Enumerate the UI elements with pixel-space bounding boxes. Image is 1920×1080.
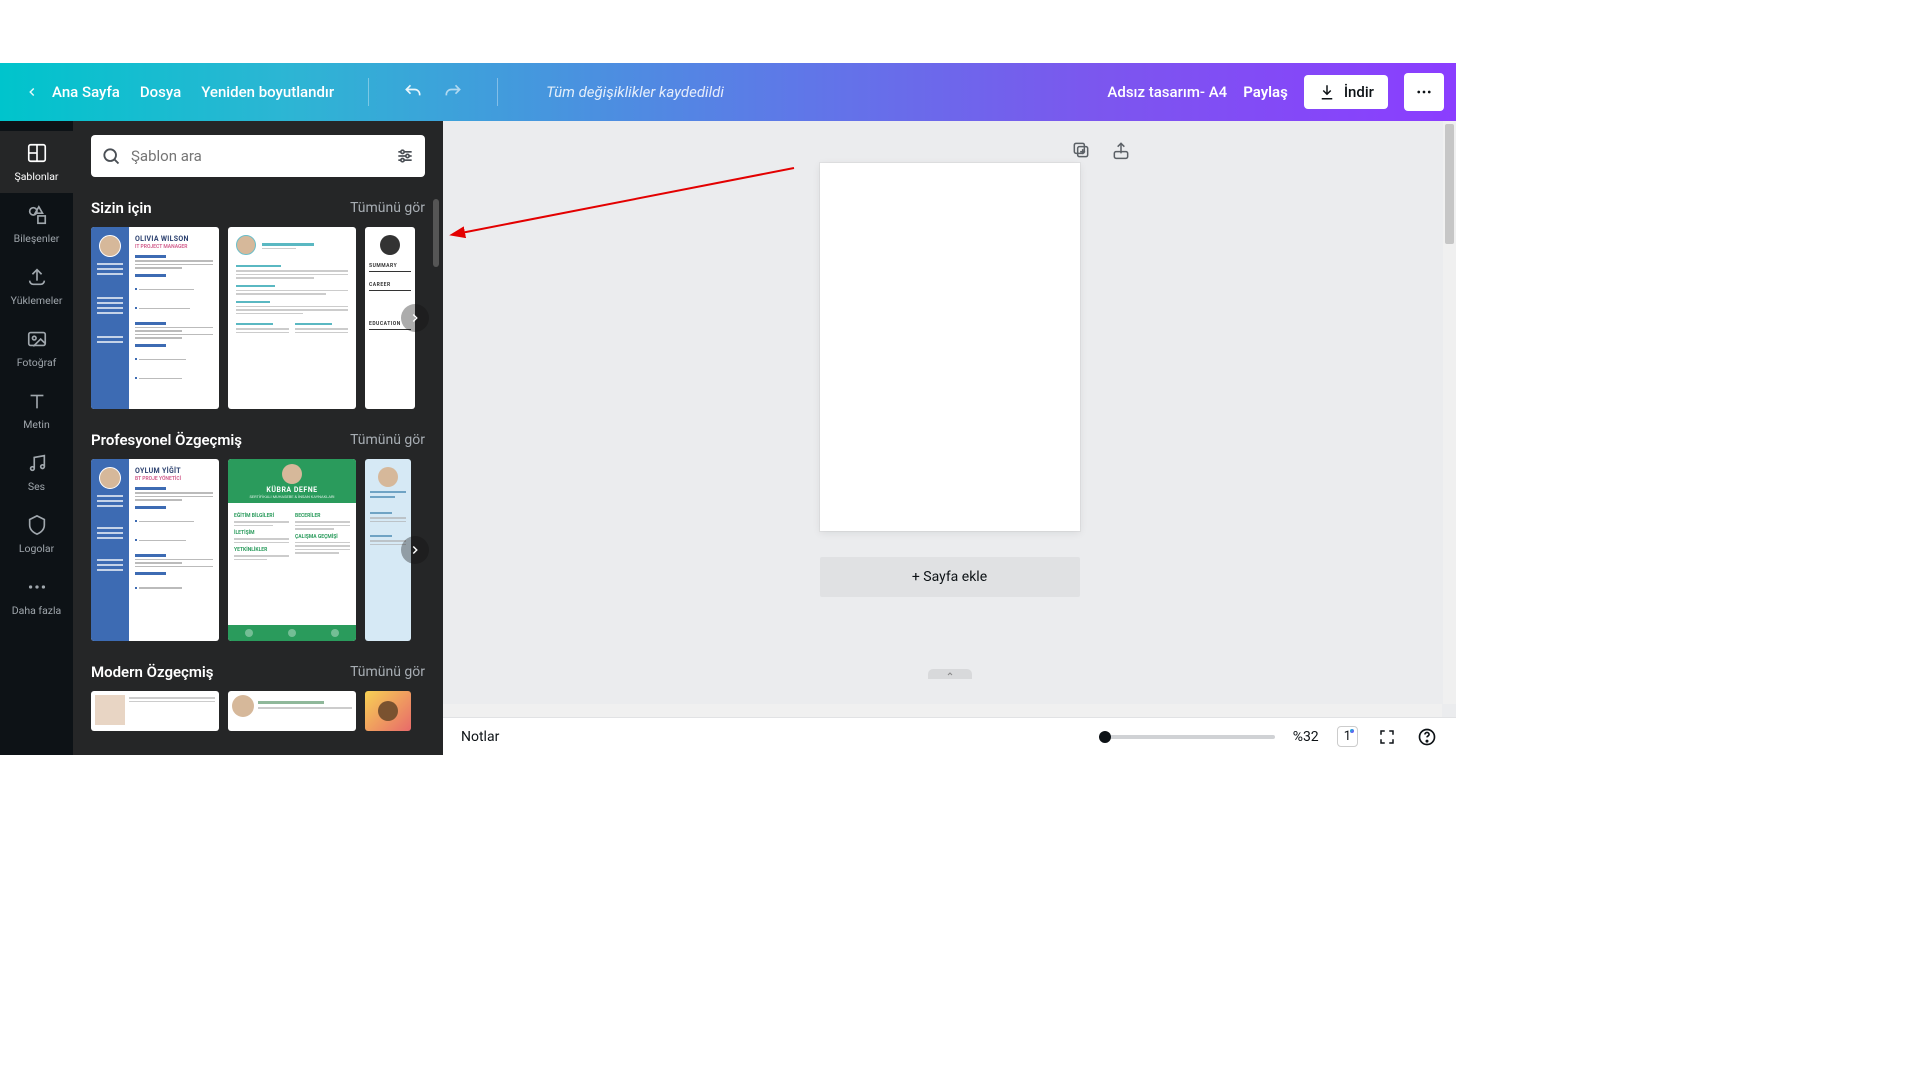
- home-link[interactable]: Ana Sayfa: [22, 82, 120, 102]
- canvas-area: + Sayfa ekle Notlar %32 1: [443, 121, 1456, 755]
- template-thumb[interactable]: OLIVIA WILSON IT PROJECT MANAGER: [91, 227, 219, 409]
- status-bar: Notlar %32 1: [443, 717, 1456, 755]
- see-all-link[interactable]: Tümünü gör: [350, 432, 425, 448]
- template-thumb[interactable]: OYLUM YİĞİT BT PROJE YÖNETİCİ: [91, 459, 219, 641]
- template-name: OYLUM YİĞİT: [135, 467, 213, 475]
- chevron-left-icon: [22, 82, 42, 102]
- rail-label: Yüklemeler: [11, 294, 63, 307]
- template-thumb[interactable]: [228, 227, 356, 409]
- templates-icon: [25, 141, 49, 165]
- notes-button[interactable]: Notlar: [461, 729, 499, 745]
- template-thumb[interactable]: [365, 691, 411, 731]
- top-toolbar: Ana Sayfa Dosya Yeniden boyutlandır Tüm …: [0, 63, 1456, 121]
- rail-photos[interactable]: Fotoğraf: [0, 317, 73, 379]
- search-icon: [101, 146, 121, 166]
- rail-text[interactable]: Metin: [0, 379, 73, 441]
- template-name: OLIVIA WILSON: [135, 235, 213, 243]
- template-thumb[interactable]: [91, 691, 219, 731]
- rail-label: Daha fazla: [12, 604, 62, 617]
- zoom-slider[interactable]: [1105, 735, 1275, 739]
- search-input[interactable]: [131, 147, 385, 165]
- logos-icon: [25, 513, 49, 537]
- download-label: İndir: [1344, 83, 1374, 101]
- template-thumb[interactable]: [228, 691, 356, 731]
- more-button[interactable]: [1404, 73, 1444, 111]
- redo-button[interactable]: [443, 82, 463, 102]
- section-title: Modern Özgeçmiş: [91, 663, 214, 681]
- rail-label: Bileşenler: [14, 232, 60, 245]
- rail-audio[interactable]: Ses: [0, 441, 73, 503]
- duplicate-page-button[interactable]: [1070, 139, 1092, 161]
- rail-uploads[interactable]: Yüklemeler: [0, 255, 73, 317]
- rail-logos[interactable]: Logolar: [0, 503, 73, 565]
- photos-icon: [25, 327, 49, 351]
- horizontal-scrollbar[interactable]: [443, 704, 1442, 717]
- rail-label: Ses: [28, 480, 45, 493]
- section-title: Profesyonel Özgeçmiş: [91, 431, 242, 449]
- annotation-arrow: [449, 163, 799, 253]
- resize-menu[interactable]: Yeniden boyutlandır: [201, 83, 334, 101]
- side-rail: Şablonlar Bileşenler Yüklemeler Fotoğraf…: [0, 121, 73, 755]
- rail-label: Logolar: [19, 542, 54, 555]
- uploads-icon: [25, 265, 49, 289]
- divider: [497, 78, 498, 106]
- section-title: Sizin için: [91, 199, 152, 217]
- zoom-percent[interactable]: %32: [1293, 729, 1319, 745]
- design-name[interactable]: Adsız tasarım- A4: [1107, 83, 1227, 101]
- canvas-page[interactable]: [820, 163, 1080, 531]
- template-name: KÜBRA DEFNE: [266, 486, 317, 494]
- divider: [368, 78, 369, 106]
- save-status: Tüm değişiklikler kaydedildi: [546, 83, 724, 101]
- audio-icon: [25, 451, 49, 475]
- download-icon: [1318, 83, 1336, 101]
- see-all-link[interactable]: Tümünü gör: [350, 664, 425, 680]
- search-bar: [91, 135, 425, 177]
- pages-collapse-button[interactable]: [928, 669, 972, 679]
- page-count[interactable]: 1: [1337, 726, 1358, 747]
- add-page-button[interactable]: + Sayfa ekle: [820, 557, 1080, 597]
- fullscreen-button[interactable]: [1376, 726, 1398, 748]
- templates-panel: Sizin için Tümünü gör OLIVIA WILSON IT P…: [73, 121, 443, 755]
- undo-button[interactable]: [403, 82, 423, 102]
- rail-more[interactable]: Daha fazla: [0, 565, 73, 627]
- rail-label: Metin: [23, 418, 50, 431]
- file-menu[interactable]: Dosya: [140, 83, 181, 101]
- elements-icon: [25, 203, 49, 227]
- panel-scrollbar[interactable]: [433, 199, 439, 267]
- share-page-button[interactable]: [1110, 139, 1132, 161]
- template-thumb[interactable]: KÜBRA DEFNESERTİFİKALI MUHASEBE & İNSAN …: [228, 459, 356, 641]
- help-button[interactable]: [1416, 726, 1438, 748]
- rail-elements[interactable]: Bileşenler: [0, 193, 73, 255]
- rail-label: Fotoğraf: [17, 356, 57, 369]
- rail-templates[interactable]: Şablonlar: [0, 131, 73, 193]
- rail-label: Şablonlar: [14, 170, 58, 183]
- download-button[interactable]: İndir: [1304, 75, 1388, 109]
- filter-icon[interactable]: [395, 146, 415, 166]
- home-label: Ana Sayfa: [52, 83, 120, 101]
- scroll-right-button[interactable]: [401, 536, 429, 564]
- share-button[interactable]: Paylaş: [1243, 83, 1288, 101]
- scroll-right-button[interactable]: [401, 304, 429, 332]
- more-icon: [25, 575, 49, 599]
- see-all-link[interactable]: Tümünü gör: [350, 200, 425, 216]
- text-icon: [25, 389, 49, 413]
